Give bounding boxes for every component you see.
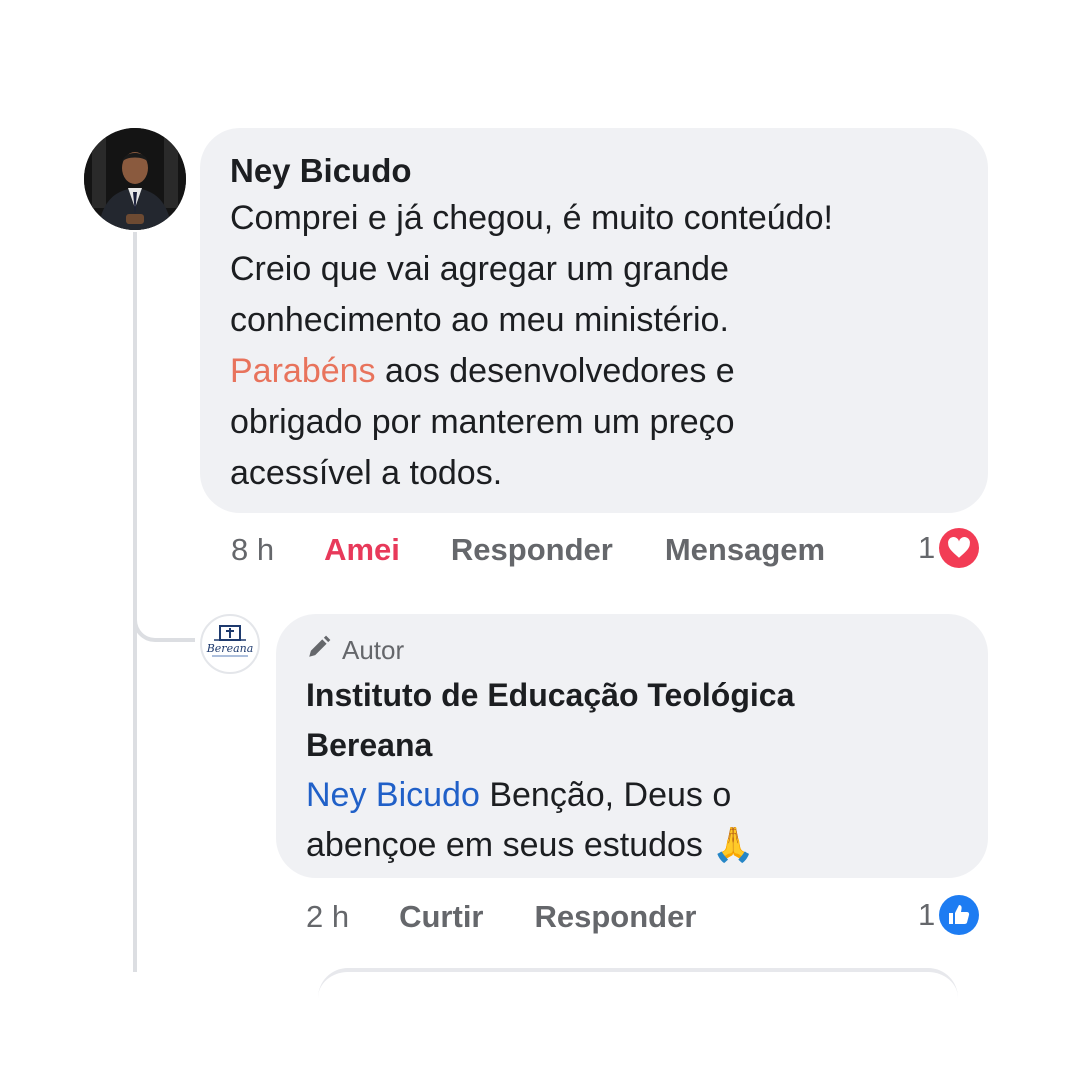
comment-time[interactable]: 8 h [231, 532, 274, 568]
mention-link[interactable]: Ney Bicudo [306, 776, 480, 814]
author-badge: Autor [306, 634, 958, 666]
reply-button[interactable]: Responder [451, 532, 613, 568]
comment-bubble: Ney Bicudo Comprei e já chegou, é muito … [200, 128, 988, 513]
pencil-icon [306, 634, 332, 667]
reply-connector [133, 560, 195, 642]
avatar[interactable] [84, 128, 186, 230]
reply-text: Ney Bicudo Benção, Deus o abençoe em seu… [306, 776, 755, 864]
thumbs-up-icon [939, 895, 980, 935]
author-badge-label: Autor [342, 634, 405, 665]
reaction-summary[interactable]: 1 [918, 528, 980, 568]
like-button[interactable]: Curtir [399, 899, 483, 935]
reply-reaction-count: 1 [918, 897, 936, 932]
comment-text: Comprei e já chegou, é muito conteúdo! C… [230, 199, 833, 492]
reply-bubble: Autor Instituto de Educação Teológica Be… [276, 614, 988, 878]
reply-reaction-summary[interactable]: 1 [918, 895, 980, 935]
reaction-count: 1 [918, 530, 936, 565]
highlighted-word: Parabéns [230, 352, 376, 390]
next-comment-edge [318, 968, 958, 1008]
svg-text:Bereana: Bereana [206, 642, 254, 655]
reply-time[interactable]: 2 h [306, 899, 349, 935]
person-photo [84, 128, 186, 230]
message-button[interactable]: Mensagem [665, 532, 825, 568]
heart-icon [939, 528, 980, 568]
page-avatar[interactable]: Bereana [200, 614, 260, 674]
reply-author[interactable]: Instituto de Educação Teológica Bereana [306, 670, 958, 770]
love-button[interactable]: Amei [324, 532, 400, 568]
reply-actions: 2 h Curtir Responder [306, 897, 696, 937]
comment-actions: 8 h Amei Responder Mensagem [231, 530, 825, 570]
reply-reply-button[interactable]: Responder [535, 899, 697, 935]
comment-author[interactable]: Ney Bicudo [230, 150, 958, 192]
praying-hands-icon: 🙏 [712, 826, 755, 864]
bereana-logo-icon: Bereana [206, 625, 254, 657]
